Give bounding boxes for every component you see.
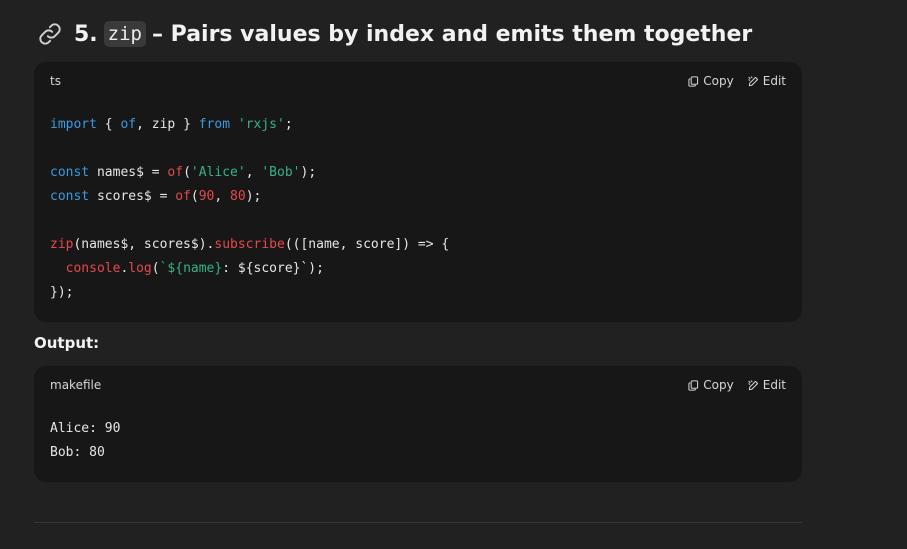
edit-icon: [748, 379, 758, 390]
copy-label: Copy: [703, 74, 734, 88]
code-line: const names$ = of('Alice', 'Bob');: [50, 165, 317, 180]
code-token: 'Alice': [190, 165, 246, 180]
code-line: Bob: 80: [50, 445, 105, 460]
code-line: import { of, zip } from 'rxjs';: [50, 117, 293, 132]
code-token: 80: [230, 189, 246, 204]
edit-button[interactable]: Edit: [748, 378, 786, 392]
copy-icon: [688, 379, 699, 391]
code-token: `${name}: [159, 261, 223, 276]
edit-icon: [748, 75, 758, 86]
copy-button[interactable]: Copy: [688, 378, 734, 392]
code-token: console: [65, 261, 121, 276]
page: 5. zip – Pairs values by index and emits…: [0, 0, 907, 549]
divider: [34, 522, 802, 523]
code-line: console.log(`${name}: ${score}`);: [65, 261, 324, 276]
code-block-output: makefile Copy Edit Alice: 90 Bob: 80: [34, 366, 802, 482]
edit-label: Edit: [762, 378, 786, 392]
code-language-label: makefile: [50, 378, 102, 392]
code-block-header: ts Copy Edit: [50, 72, 786, 90]
heading-inline-code: zip: [103, 21, 146, 47]
code-block-actions: Copy Edit: [688, 74, 786, 88]
code-token: log: [128, 261, 152, 276]
edit-label: Edit: [762, 74, 786, 88]
code-token: 'Bob': [261, 165, 301, 180]
code-block-source: ts Copy Edit import { of, zip} from 'rx…: [34, 62, 802, 322]
output-label: Output:: [34, 334, 100, 352]
code-content[interactable]: Alice: 90 Bob: 80: [50, 417, 120, 465]
heading-number: 5.: [74, 21, 98, 47]
section-heading: 5. zip – Pairs values by index and emits…: [36, 14, 752, 54]
copy-icon: [688, 75, 699, 87]
heading-title: – Pairs values by index and emits them t…: [152, 21, 753, 47]
code-content[interactable]: import { of, zip } from 'rxjs'; const na…: [50, 113, 449, 305]
code-token: const: [50, 165, 90, 180]
code-token: const: [50, 189, 90, 204]
code-line: });: [50, 285, 74, 300]
link-icon: [36, 20, 64, 48]
code-token: from: [198, 117, 231, 132]
copy-label: Copy: [703, 378, 734, 392]
code-token: 'rxjs': [237, 117, 285, 132]
code-token: of: [167, 165, 184, 180]
code-block-header: makefile Copy Edit: [50, 376, 786, 394]
edit-button[interactable]: Edit: [748, 74, 786, 88]
code-token: of: [175, 189, 191, 204]
code-token: of: [120, 117, 137, 132]
code-token: 90: [198, 189, 215, 204]
code-line: const scores$ = of(90, 80);: [50, 189, 262, 204]
copy-button[interactable]: Copy: [688, 74, 734, 88]
code-token: import: [50, 117, 97, 132]
code-line: zip(names$, scores$).subscribe(([name, s…: [50, 237, 450, 252]
code-token: subscribe: [214, 237, 285, 252]
code-line: Alice: 90: [50, 421, 121, 436]
code-token: zip: [50, 237, 74, 252]
code-block-actions: Copy Edit: [688, 378, 786, 392]
code-language-label: ts: [50, 74, 61, 88]
